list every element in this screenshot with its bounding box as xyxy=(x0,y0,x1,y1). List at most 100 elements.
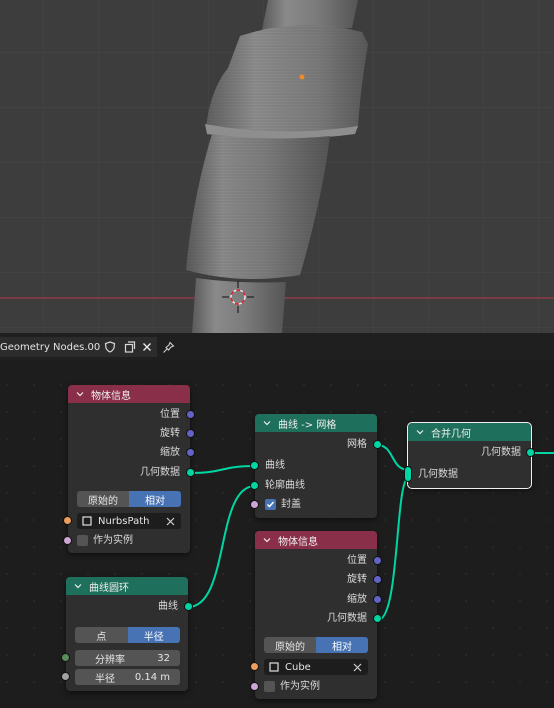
socket-location[interactable] xyxy=(374,557,381,564)
transform-space-toggle[interactable]: 原始的 相对 xyxy=(264,637,368,653)
output-scale: 缩放 xyxy=(347,594,367,605)
resolution-value: 32 xyxy=(157,652,170,664)
socket-as-instance-in[interactable] xyxy=(251,683,258,690)
unlink-button[interactable] xyxy=(137,337,157,357)
pin-button[interactable] xyxy=(158,337,178,357)
object-name: Cube xyxy=(285,661,311,673)
object-origin-dot xyxy=(299,74,305,80)
socket-profile-in[interactable] xyxy=(251,482,258,489)
fill-caps-checkbox[interactable] xyxy=(265,498,276,510)
socket-mesh-out[interactable] xyxy=(374,441,381,448)
option-original[interactable]: 原始的 xyxy=(77,491,129,507)
viewport-canvas[interactable] xyxy=(0,0,554,333)
option-relative[interactable]: 相对 xyxy=(316,637,368,653)
option-radius[interactable]: 半径 xyxy=(127,627,180,643)
output-geometry: 几何数据 xyxy=(327,613,367,624)
node-title: 合并几何 xyxy=(431,428,471,440)
radius-field[interactable]: 半径 0.14 m xyxy=(75,669,180,685)
socket-scale[interactable] xyxy=(187,449,194,456)
as-instance-label: 作为实例 xyxy=(280,681,320,692)
node-header[interactable]: 物体信息 xyxy=(68,385,190,403)
input-curve: 曲线 xyxy=(265,460,285,471)
socket-fill-caps-in[interactable] xyxy=(251,501,258,508)
circle-mode-toggle[interactable]: 点 半径 xyxy=(75,627,180,643)
socket-resolution-in[interactable] xyxy=(62,654,69,661)
node-header[interactable]: 曲线 -> 网格 xyxy=(255,414,377,432)
node-header[interactable]: 曲线圆环 xyxy=(66,577,188,595)
join-geometry-node[interactable]: 合并几何 几何数据 几何数据 xyxy=(407,422,532,489)
output-rotation: 旋转 xyxy=(347,574,367,585)
curve-circle-node[interactable]: 曲线圆环 曲线 点 半径 分辨率 32 半径 0.14 m xyxy=(66,577,188,691)
duplicate-icon xyxy=(124,341,136,353)
radius-label: 半径 xyxy=(95,673,115,685)
chevron-down-icon[interactable] xyxy=(76,390,84,398)
output-geometry: 几何数据 xyxy=(140,467,180,478)
node-header[interactable]: 合并几何 xyxy=(408,423,531,441)
socket-rotation[interactable] xyxy=(374,576,381,583)
radius-value: 0.14 m xyxy=(134,671,170,683)
socket-curve-out[interactable] xyxy=(185,603,192,610)
socket-object-in[interactable] xyxy=(64,517,71,524)
output-scale: 缩放 xyxy=(160,447,180,458)
node-title: 物体信息 xyxy=(278,536,318,548)
option-relative[interactable]: 相对 xyxy=(129,491,181,507)
node-editor-header: Geometry Nodes.004 xyxy=(0,333,554,361)
object-field[interactable]: NurbsPath xyxy=(77,513,181,529)
socket-object-in[interactable] xyxy=(251,663,258,670)
close-icon xyxy=(143,343,151,351)
3d-viewport[interactable] xyxy=(0,0,554,333)
input-profile-curve: 轮廓曲线 xyxy=(265,480,305,491)
fake-user-button[interactable] xyxy=(100,337,120,357)
socket-rotation[interactable] xyxy=(187,430,194,437)
socket-location[interactable] xyxy=(187,411,194,418)
as-instance-option[interactable]: 作为实例 xyxy=(77,534,133,548)
socket-as-instance-in[interactable] xyxy=(64,537,71,544)
object-icon xyxy=(82,516,92,526)
output-geometry: 几何数据 xyxy=(481,447,521,458)
node-title: 物体信息 xyxy=(91,390,131,402)
option-original[interactable]: 原始的 xyxy=(264,637,316,653)
close-icon[interactable] xyxy=(166,517,175,526)
shield-icon xyxy=(104,341,116,353)
as-instance-option[interactable]: 作为实例 xyxy=(264,680,320,694)
socket-geometry-out[interactable] xyxy=(374,615,381,622)
socket-geometry-out[interactable] xyxy=(527,449,534,456)
socket-geometry-multi-in[interactable] xyxy=(405,467,411,481)
fill-caps-label: 封盖 xyxy=(281,499,301,510)
chevron-down-icon[interactable] xyxy=(263,419,271,427)
chevron-down-icon[interactable] xyxy=(263,536,271,544)
socket-scale[interactable] xyxy=(374,596,381,603)
option-points[interactable]: 点 xyxy=(75,627,128,643)
socket-radius-in[interactable] xyxy=(62,673,69,680)
output-location: 位置 xyxy=(160,409,180,420)
resolution-field[interactable]: 分辨率 32 xyxy=(75,650,180,666)
output-rotation: 旋转 xyxy=(160,428,180,439)
output-location: 位置 xyxy=(347,555,367,566)
output-mesh: 网格 xyxy=(347,439,367,450)
as-instance-checkbox[interactable] xyxy=(264,680,275,692)
output-curve: 曲线 xyxy=(158,601,178,612)
checkmark-icon xyxy=(266,501,275,508)
object-icon xyxy=(269,662,279,672)
transform-space-toggle[interactable]: 原始的 相对 xyxy=(77,491,181,507)
fill-caps-option[interactable]: 封盖 xyxy=(265,498,301,512)
object-info-node-1[interactable]: 物体信息 位置 旋转 缩放 几何数据 原始的 相对 NurbsPath 作为实例 xyxy=(68,385,190,553)
resolution-label: 分辨率 xyxy=(95,654,125,666)
object-info-node-2[interactable]: 物体信息 位置 旋转 缩放 几何数据 原始的 相对 Cube 作为实例 xyxy=(255,531,377,699)
as-instance-label: 作为实例 xyxy=(93,535,133,546)
socket-curve-in[interactable] xyxy=(251,462,258,469)
datablock-name[interactable]: Geometry Nodes.004 xyxy=(0,337,111,357)
object-field[interactable]: Cube xyxy=(264,659,368,675)
object-name: NurbsPath xyxy=(98,515,150,527)
chevron-down-icon[interactable] xyxy=(416,428,424,436)
as-instance-checkbox[interactable] xyxy=(77,534,88,546)
input-geometry: 几何数据 xyxy=(418,469,458,480)
close-icon[interactable] xyxy=(353,663,362,672)
pin-icon xyxy=(162,341,174,353)
node-header[interactable]: 物体信息 xyxy=(255,531,377,549)
node-title: 曲线圆环 xyxy=(89,582,129,594)
chevron-down-icon[interactable] xyxy=(74,582,82,590)
node-title: 曲线 -> 网格 xyxy=(278,419,337,431)
curve-to-mesh-node[interactable]: 曲线 -> 网格 网格 曲线 轮廓曲线 封盖 xyxy=(255,414,377,518)
socket-geometry-out[interactable] xyxy=(187,469,194,476)
